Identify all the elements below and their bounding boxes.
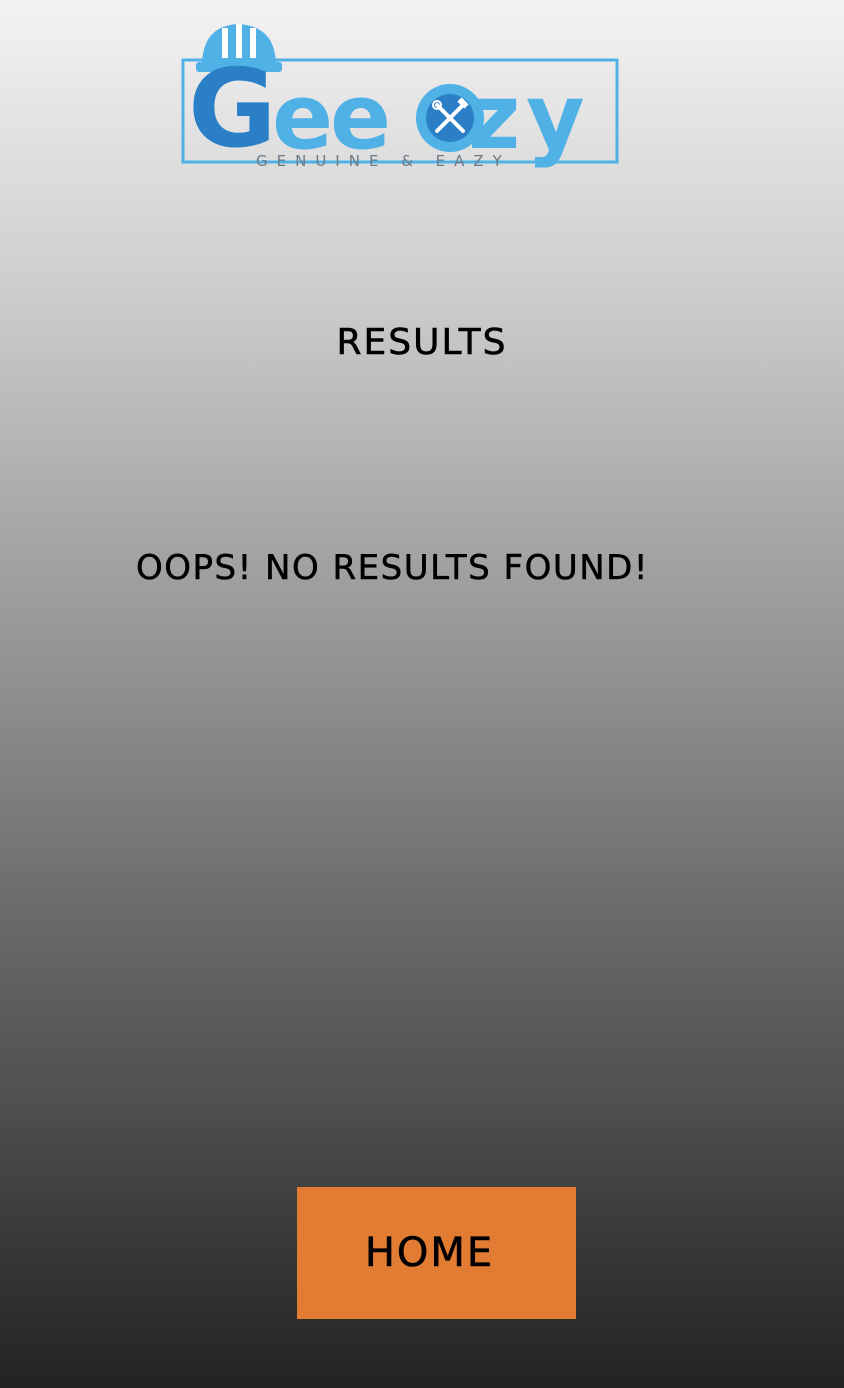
geeazy-logo-icon: G e e z y GENUINE & EAZY [181,24,619,172]
no-results-message: OOPS! NO RESULTS FOUND! [136,548,649,589]
results-heading: RESULTS [336,322,508,364]
brand-logo: G e e z y GENUINE & EAZY [180,18,620,176]
logo-tagline: GENUINE & EAZY [256,152,511,170]
home-button[interactable]: HOME [297,1187,576,1319]
tools-icon [416,84,484,152]
logo-letter-y: y [526,65,585,170]
